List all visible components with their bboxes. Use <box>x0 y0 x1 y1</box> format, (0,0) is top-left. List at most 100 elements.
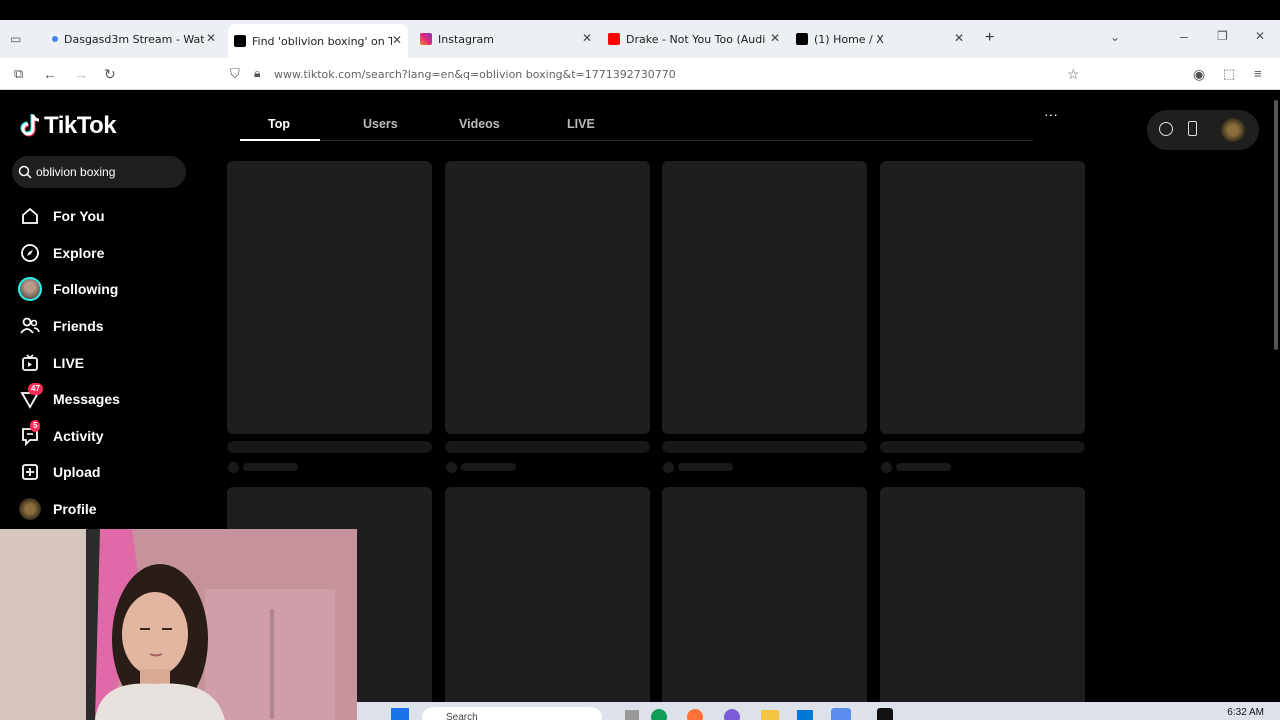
search-input[interactable] <box>36 165 176 179</box>
window-top-strip <box>0 0 1280 20</box>
bookmark-star-icon[interactable]: ☆ <box>1067 66 1080 83</box>
following-avatar-icon <box>18 277 42 302</box>
video-card-skeleton[interactable] <box>880 487 1085 720</box>
sidebar-item-messages[interactable]: 47 Messages <box>18 381 208 418</box>
new-tab-plus-icon[interactable]: + <box>985 29 994 47</box>
sidebar-item-following[interactable]: Following <box>18 271 208 308</box>
sidebar-item-label: Upload <box>53 464 101 481</box>
shield-icon[interactable]: ⛉ <box>230 66 240 82</box>
caption-skeleton <box>880 441 1085 453</box>
sidebar-item-label: Following <box>53 281 119 298</box>
sidebar-item-label: Explore <box>53 244 105 261</box>
back-arrow-icon[interactable]: ← <box>43 66 57 82</box>
video-card-skeleton[interactable] <box>445 487 650 720</box>
sidebar-item-explore[interactable]: Explore <box>18 235 208 272</box>
tab-title: Instagram <box>438 32 494 46</box>
browser-tab-0[interactable]: Dasgasd3m Stream - Watch Live ✕ <box>46 26 222 52</box>
sidebar-item-profile[interactable]: Profile <box>18 491 208 528</box>
store-icon[interactable] <box>797 710 813 720</box>
account-icon[interactable]: ◉ <box>1193 66 1205 83</box>
firefox-icon[interactable] <box>687 709 703 720</box>
tab-title: Dasgasd3m Stream - Watch Live <box>64 32 204 46</box>
tab-close-icon[interactable]: ✕ <box>770 31 780 45</box>
sidebar-item-label: Profile <box>53 501 97 518</box>
tiktok-favicon-icon <box>234 35 246 47</box>
file-explorer-icon[interactable] <box>761 710 779 720</box>
minimize-icon[interactable]: – <box>1180 28 1188 44</box>
home-icon <box>18 204 42 228</box>
menu-icon[interactable]: ≡ <box>1254 66 1262 81</box>
tab-close-icon[interactable]: ✕ <box>392 33 402 47</box>
active-app-icon[interactable] <box>831 708 851 720</box>
tab-videos[interactable]: Videos <box>459 117 500 131</box>
app-icon[interactable] <box>877 708 893 720</box>
sidebar-item-friends[interactable]: Friends <box>18 308 208 345</box>
sidebar-item-upload[interactable]: Upload <box>18 454 208 491</box>
browser-tab-1[interactable]: Find 'oblivion boxing' on TikTok ✕ <box>228 24 408 58</box>
video-card-skeleton[interactable] <box>880 161 1085 434</box>
taskbar-search[interactable]: Search <box>422 707 602 720</box>
edge-browser-icon[interactable] <box>651 709 667 720</box>
author-name-skeleton <box>461 463 516 471</box>
restore-icon[interactable]: ❐ <box>1217 29 1228 43</box>
task-view-icon[interactable] <box>625 710 639 720</box>
browser-addressbar: ⧉ ← → ↻ ⛉ 🔒︎ www.tiktok.com/search?lang=… <box>0 58 1280 90</box>
page-scrollbar[interactable] <box>1274 100 1278 350</box>
search-box[interactable] <box>12 156 186 188</box>
lock-icon[interactable]: 🔒︎ <box>254 66 260 81</box>
messages-badge: 47 <box>28 383 43 396</box>
windows-start-icon[interactable] <box>391 708 409 720</box>
author-name-skeleton <box>896 463 951 471</box>
sidebar-item-activity[interactable]: 5 Activity <box>18 418 208 455</box>
tab-favicon-icon <box>52 36 58 42</box>
tiktok-logo[interactable]: TikTok <box>20 112 117 140</box>
live-icon <box>18 351 42 375</box>
instagram-favicon-icon <box>420 33 432 45</box>
tab-title: Drake - Not You Too (Audio) ft. <box>626 32 766 46</box>
sidebar-toggle-icon[interactable]: ⧉ <box>14 66 23 82</box>
search-tabs: Top Users Videos LIVE <box>240 110 1033 141</box>
video-card-skeleton[interactable] <box>227 161 432 434</box>
youtube-favicon-icon <box>608 33 620 45</box>
screen: ▭ Dasgasd3m Stream - Watch Live ✕ Find '… <box>0 0 1280 720</box>
author-name-skeleton <box>678 463 733 471</box>
webcam-person-image <box>0 529 357 720</box>
tab-title: Find 'oblivion boxing' on TikTok <box>252 34 392 48</box>
tab-top[interactable]: Top <box>268 117 290 131</box>
friends-icon <box>18 314 42 338</box>
browser-tab-3[interactable]: Drake - Not You Too (Audio) ft. ✕ <box>602 26 786 52</box>
tab-close-icon[interactable]: ✕ <box>206 31 216 45</box>
coin-icon[interactable] <box>1159 122 1173 136</box>
forward-arrow-icon[interactable]: → <box>74 66 88 82</box>
reload-icon[interactable]: ↻ <box>104 66 116 83</box>
sidebar-item-for-you[interactable]: For You <box>18 198 208 235</box>
sidebar-item-label: Messages <box>53 391 120 408</box>
author-avatar-skeleton <box>228 462 239 473</box>
user-avatar[interactable] <box>1221 118 1245 142</box>
tiktok-logo-icon <box>20 114 40 137</box>
video-card-skeleton[interactable] <box>662 161 867 434</box>
video-card-skeleton[interactable] <box>445 161 650 434</box>
browser-tab-4[interactable]: (1) Home / X ✕ <box>790 26 970 52</box>
discord-icon[interactable] <box>724 709 740 720</box>
webcam-overlay <box>0 529 357 720</box>
more-options-icon[interactable]: ··· <box>1044 106 1058 122</box>
tab-actions-icon[interactable]: ▭ <box>10 32 21 46</box>
tab-close-icon[interactable]: ✕ <box>954 31 964 45</box>
phone-icon[interactable] <box>1188 121 1197 136</box>
sidebar-item-label: LIVE <box>53 354 85 371</box>
extensions-icon[interactable]: ⬚ <box>1223 66 1235 82</box>
taskbar-clock[interactable]: 6:32 AM <box>1227 707 1264 718</box>
tab-list-chevron-icon[interactable]: ⌄ <box>1110 30 1120 44</box>
video-card-skeleton[interactable] <box>662 487 867 720</box>
tab-close-icon[interactable]: ✕ <box>582 31 592 45</box>
browser-tabbar: ▭ Dasgasd3m Stream - Watch Live ✕ Find '… <box>0 20 1280 58</box>
close-window-icon[interactable]: ✕ <box>1255 29 1265 43</box>
upload-icon <box>18 460 42 484</box>
tab-users[interactable]: Users <box>363 117 398 131</box>
tab-live[interactable]: LIVE <box>567 117 595 131</box>
browser-tab-2[interactable]: Instagram ✕ <box>414 26 598 52</box>
url-field[interactable]: www.tiktok.com/search?lang=en&q=oblivion… <box>274 68 676 81</box>
sidebar-item-live[interactable]: LIVE <box>18 344 208 381</box>
os-taskbar: Search 6:32 AM <box>357 702 1280 720</box>
